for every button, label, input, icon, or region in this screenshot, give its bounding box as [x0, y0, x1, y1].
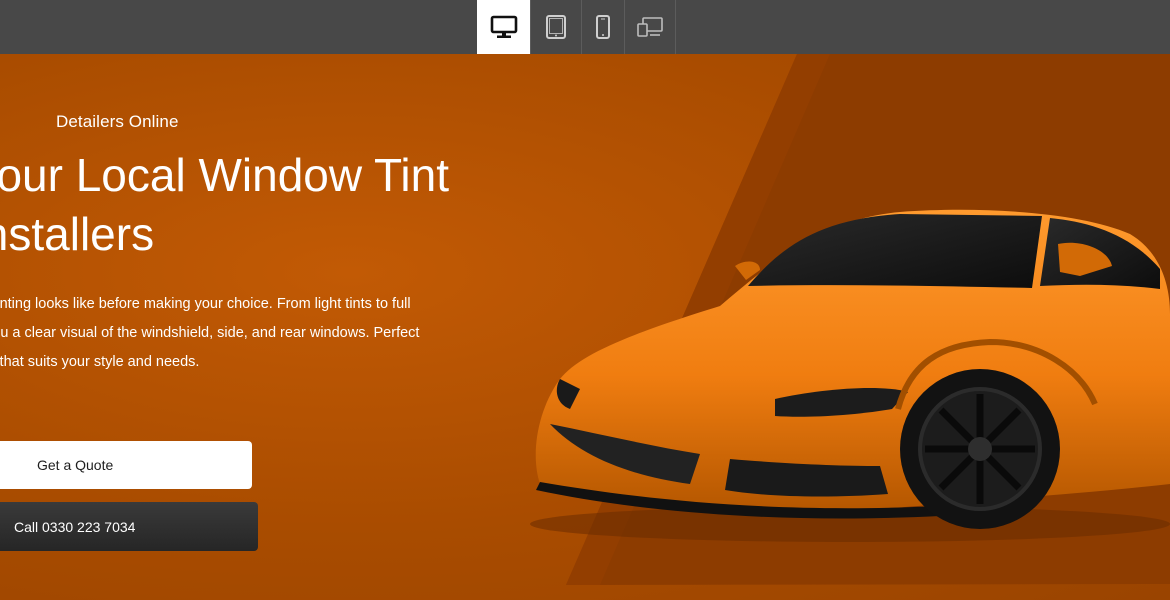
- hero-description: See what each level of window tinting lo…: [0, 296, 420, 370]
- sports-car-image: [530, 209, 1170, 542]
- responsive-view-button[interactable]: [625, 0, 676, 54]
- desktop-icon: [490, 15, 517, 38]
- desktop-view-button[interactable]: [477, 0, 531, 54]
- responsive-icon: [637, 17, 663, 37]
- tablet-icon: [546, 15, 566, 39]
- brand-name: Detailers Online: [56, 112, 179, 131]
- mobile-icon: [596, 15, 610, 39]
- hero-section: Detailers Online Your Local Window Tint …: [0, 54, 1170, 600]
- tablet-view-button[interactable]: [531, 0, 582, 54]
- call-phone-button[interactable]: Call 0330 223 7034: [0, 502, 258, 551]
- get-quote-button[interactable]: Get a Quote: [0, 441, 252, 489]
- hero-headline: Your Local Window Tint Installers: [0, 149, 450, 260]
- mobile-view-button[interactable]: [582, 0, 625, 54]
- device-preview-toolbar: [0, 0, 1170, 54]
